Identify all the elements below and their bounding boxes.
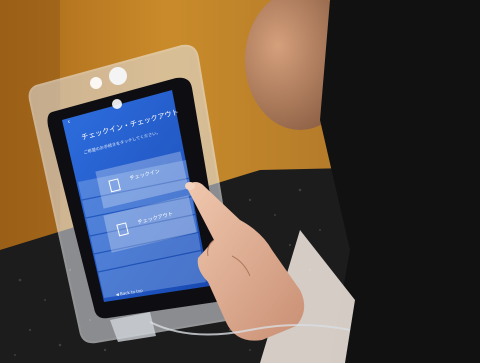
fingertip [185, 182, 195, 190]
stand-hole [90, 77, 102, 89]
stand-clip [109, 67, 127, 85]
logo-icon [112, 99, 122, 109]
photo-svg: ‹ チェックイン・チェックアウト ご希望のお手続きをタッチしてください。 チェッ… [0, 0, 480, 363]
photo-scene: ‹ チェックイン・チェックアウト ご希望のお手続きをタッチしてください。 チェッ… [0, 0, 480, 363]
